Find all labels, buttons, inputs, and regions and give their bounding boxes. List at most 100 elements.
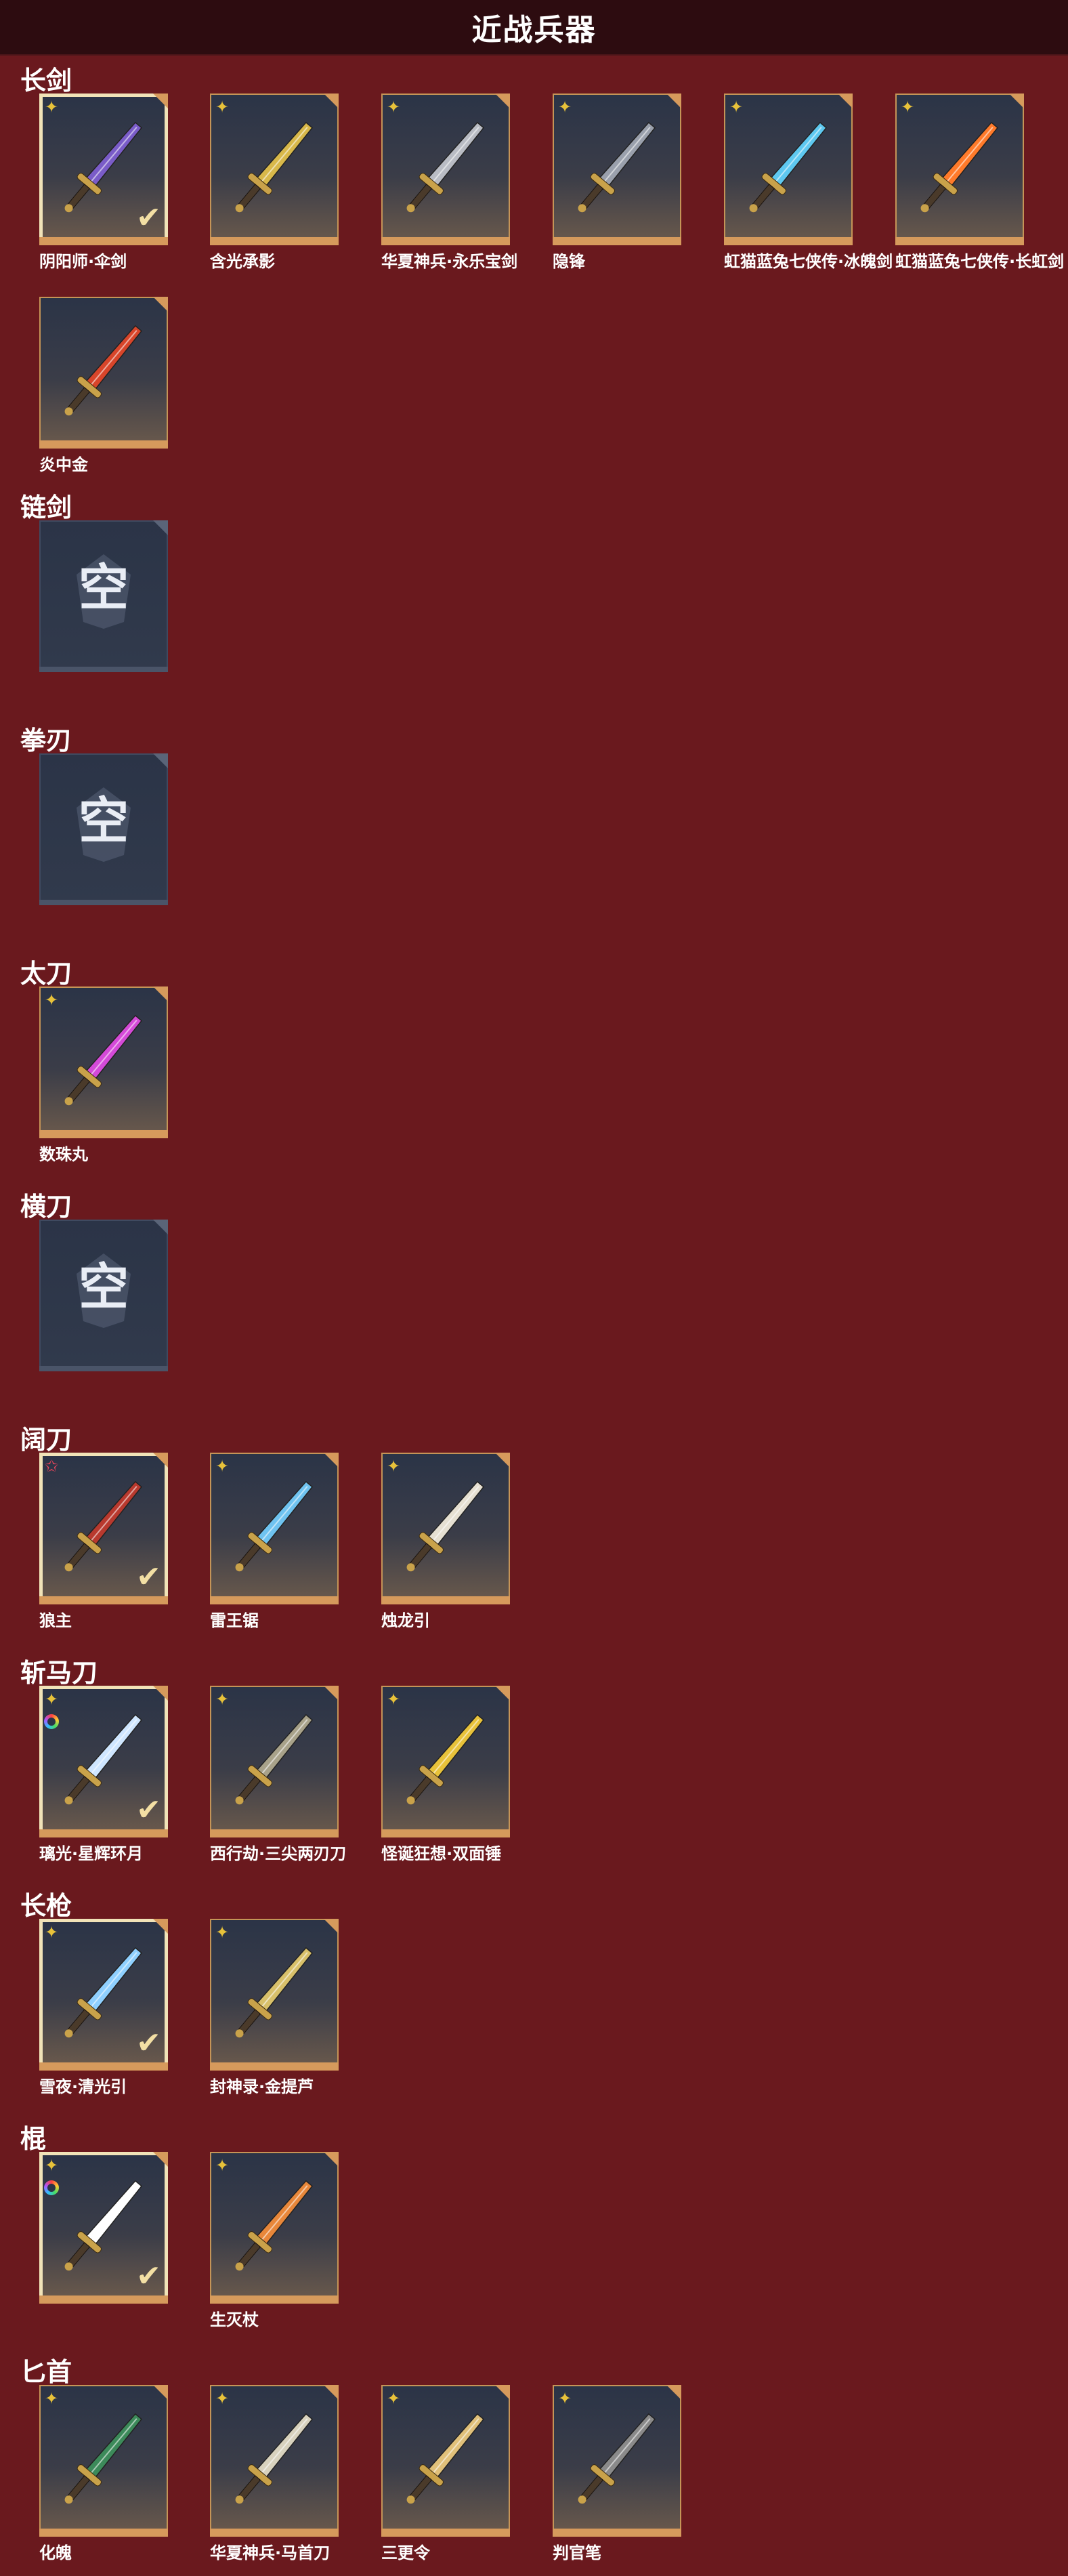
four-point-star-icon: ✦ xyxy=(387,2389,401,2408)
weapon-art-image xyxy=(235,2180,314,2271)
card-bottom-bar xyxy=(39,1596,168,1604)
section-title: 长枪 xyxy=(20,1891,72,1921)
weapon-card[interactable]: ✦ 化魄 xyxy=(39,2385,168,2562)
section-title: 斩马刀 xyxy=(20,1658,98,1688)
four-point-star-icon: ✦ xyxy=(215,2156,230,2175)
red-star-icon: ✩ xyxy=(45,1457,59,1476)
weapon-name: 虹猫蓝兔七侠传·冰魄剑 xyxy=(724,252,893,271)
rainbow-ring-icon xyxy=(44,2180,59,2195)
weapon-card[interactable]: ✦ 虹猫蓝兔七侠传·长虹剑 xyxy=(895,94,1064,271)
weapon-name: 虹猫蓝兔七侠传·长虹剑 xyxy=(895,252,1065,271)
weapon-card[interactable]: ✦ 华夏神兵·永乐宝剑 xyxy=(381,94,517,271)
card-bottom-bar xyxy=(39,2295,168,2304)
page-header: 近战兵器 xyxy=(0,0,1068,56)
check-mark-icon: ✔ xyxy=(136,1560,161,1594)
weapon-card[interactable]: ✦ ✔ 阴阳师·伞剑 xyxy=(39,94,168,271)
weapon-name: 三更令 xyxy=(381,2543,430,2562)
weapon-card[interactable]: ✦ 烛龙引 xyxy=(381,1453,510,1630)
slot-bottom-bar xyxy=(39,900,168,905)
corner-tab xyxy=(324,2152,339,2167)
corner-tab xyxy=(324,1686,339,1701)
four-point-star-icon: ✦ xyxy=(45,2389,59,2408)
card-bottom-bar xyxy=(39,440,168,449)
weapon-name: 隐锋 xyxy=(553,252,585,271)
weapon-name: 封神录·金提芦 xyxy=(210,2077,314,2096)
corner-tab xyxy=(495,94,510,108)
weapon-card[interactable]: ✦ 虹猫蓝兔七侠传·冰魄剑 xyxy=(724,94,893,271)
weapon-name: 炎中金 xyxy=(39,455,88,474)
weapon-name: 生灭杖 xyxy=(210,2310,259,2329)
corner-tab xyxy=(666,2385,681,2400)
empty-slot[interactable]: 空 xyxy=(39,520,168,672)
weapon-card[interactable]: ✦ ✔ xyxy=(39,2152,168,2304)
weapon-card[interactable]: ✦ 含光承影 xyxy=(210,94,339,271)
corner-tab xyxy=(495,1453,510,1468)
four-point-star-icon: ✦ xyxy=(558,2389,572,2408)
weapon-card[interactable]: ✦ ✔ 璃光·星辉环月 xyxy=(39,1686,168,1863)
corner-tab xyxy=(153,986,168,1001)
empty-slot-label: 空 xyxy=(79,1258,129,1316)
weapon-card[interactable]: ✦ 封神录·金提芦 xyxy=(210,1919,339,2096)
weapon-card[interactable]: ✦ 隐锋 xyxy=(553,94,681,271)
weapon-card[interactable]: ✦ 华夏神兵·马首刀 xyxy=(210,2385,339,2562)
weapon-card[interactable]: ✦ 雷王锯 xyxy=(210,1453,339,1630)
weapon-card[interactable]: ✩ ✔ 狼主 xyxy=(39,1453,168,1630)
corner-tab xyxy=(324,1453,339,1468)
four-point-star-icon: ✦ xyxy=(45,2156,59,2175)
card-bottom-bar xyxy=(724,237,853,245)
card-bottom-bar xyxy=(210,237,339,245)
card-bottom-bar xyxy=(210,1596,339,1604)
weapon-card[interactable]: ✦ 怪诞狂想·双面锤 xyxy=(381,1686,510,1863)
corner-tab xyxy=(153,1220,168,1234)
section-title: 横刀 xyxy=(20,1192,72,1222)
weapon-name: 雪夜·清光引 xyxy=(39,2077,127,2096)
card-bottom-bar xyxy=(381,237,510,245)
card-bottom-bar xyxy=(39,237,168,245)
weapon-card[interactable]: ✦ 数珠丸 xyxy=(39,986,168,1164)
weapon-name: 怪诞狂想·双面锤 xyxy=(381,1844,502,1863)
check-mark-icon: ✔ xyxy=(136,1793,161,1827)
corner-tab xyxy=(153,2385,168,2400)
weapon-card[interactable]: ✦ ✔ 雪夜·清光引 xyxy=(39,1919,168,2096)
weapon-art-image xyxy=(235,121,314,213)
corner-tab xyxy=(153,1453,168,1468)
corner-tab xyxy=(495,2385,510,2400)
four-point-star-icon: ✦ xyxy=(215,2389,230,2408)
weapon-art-image xyxy=(406,121,485,213)
corner-tab xyxy=(153,2152,168,2167)
card-bottom-bar xyxy=(553,2529,681,2537)
weapon-art-image xyxy=(406,1713,485,1805)
weapon-name: 数珠丸 xyxy=(39,1145,88,1164)
weapon-name: 华夏神兵·马首刀 xyxy=(210,2543,330,2562)
section-title: 太刀 xyxy=(20,959,72,989)
card-bottom-bar xyxy=(895,237,1024,245)
corner-tab xyxy=(153,753,168,768)
weapon-card[interactable]: 炎中金 xyxy=(39,297,168,474)
four-point-star-icon: ✦ xyxy=(901,98,915,117)
four-point-star-icon: ✦ xyxy=(558,98,572,117)
weapon-name: 西行劫·三尖两刃刀 xyxy=(210,1844,347,1863)
empty-slot[interactable]: 空 xyxy=(39,753,168,905)
weapon-art-image xyxy=(235,2413,314,2504)
corner-tab xyxy=(838,94,853,108)
card-bottom-bar xyxy=(381,1829,510,1837)
weapon-card[interactable]: ✦ 西行劫·三尖两刃刀 xyxy=(210,1686,346,1863)
weapon-card[interactable]: ✦ 生灭杖 xyxy=(210,2152,339,2329)
weapon-art-image xyxy=(64,1014,143,1106)
weapon-art-image xyxy=(920,121,999,213)
corner-tab xyxy=(324,1919,339,1934)
four-point-star-icon: ✦ xyxy=(215,98,230,117)
empty-slot[interactable]: 空 xyxy=(39,1220,168,1371)
weapon-name: 烛龙引 xyxy=(381,1611,430,1630)
check-mark-icon: ✔ xyxy=(136,201,161,235)
weapon-name: 阴阳师·伞剑 xyxy=(39,252,127,271)
card-bottom-bar xyxy=(210,2062,339,2071)
weapon-name: 雷王锯 xyxy=(210,1611,259,1630)
corner-tab xyxy=(153,1919,168,1934)
four-point-star-icon: ✦ xyxy=(387,1457,401,1476)
weapon-art-image xyxy=(749,121,828,213)
weapon-card[interactable]: ✦ 三更令 xyxy=(381,2385,510,2562)
weapon-card[interactable]: ✦ 判官笔 xyxy=(553,2385,681,2562)
corner-tab xyxy=(153,94,168,108)
corner-tab xyxy=(324,94,339,108)
